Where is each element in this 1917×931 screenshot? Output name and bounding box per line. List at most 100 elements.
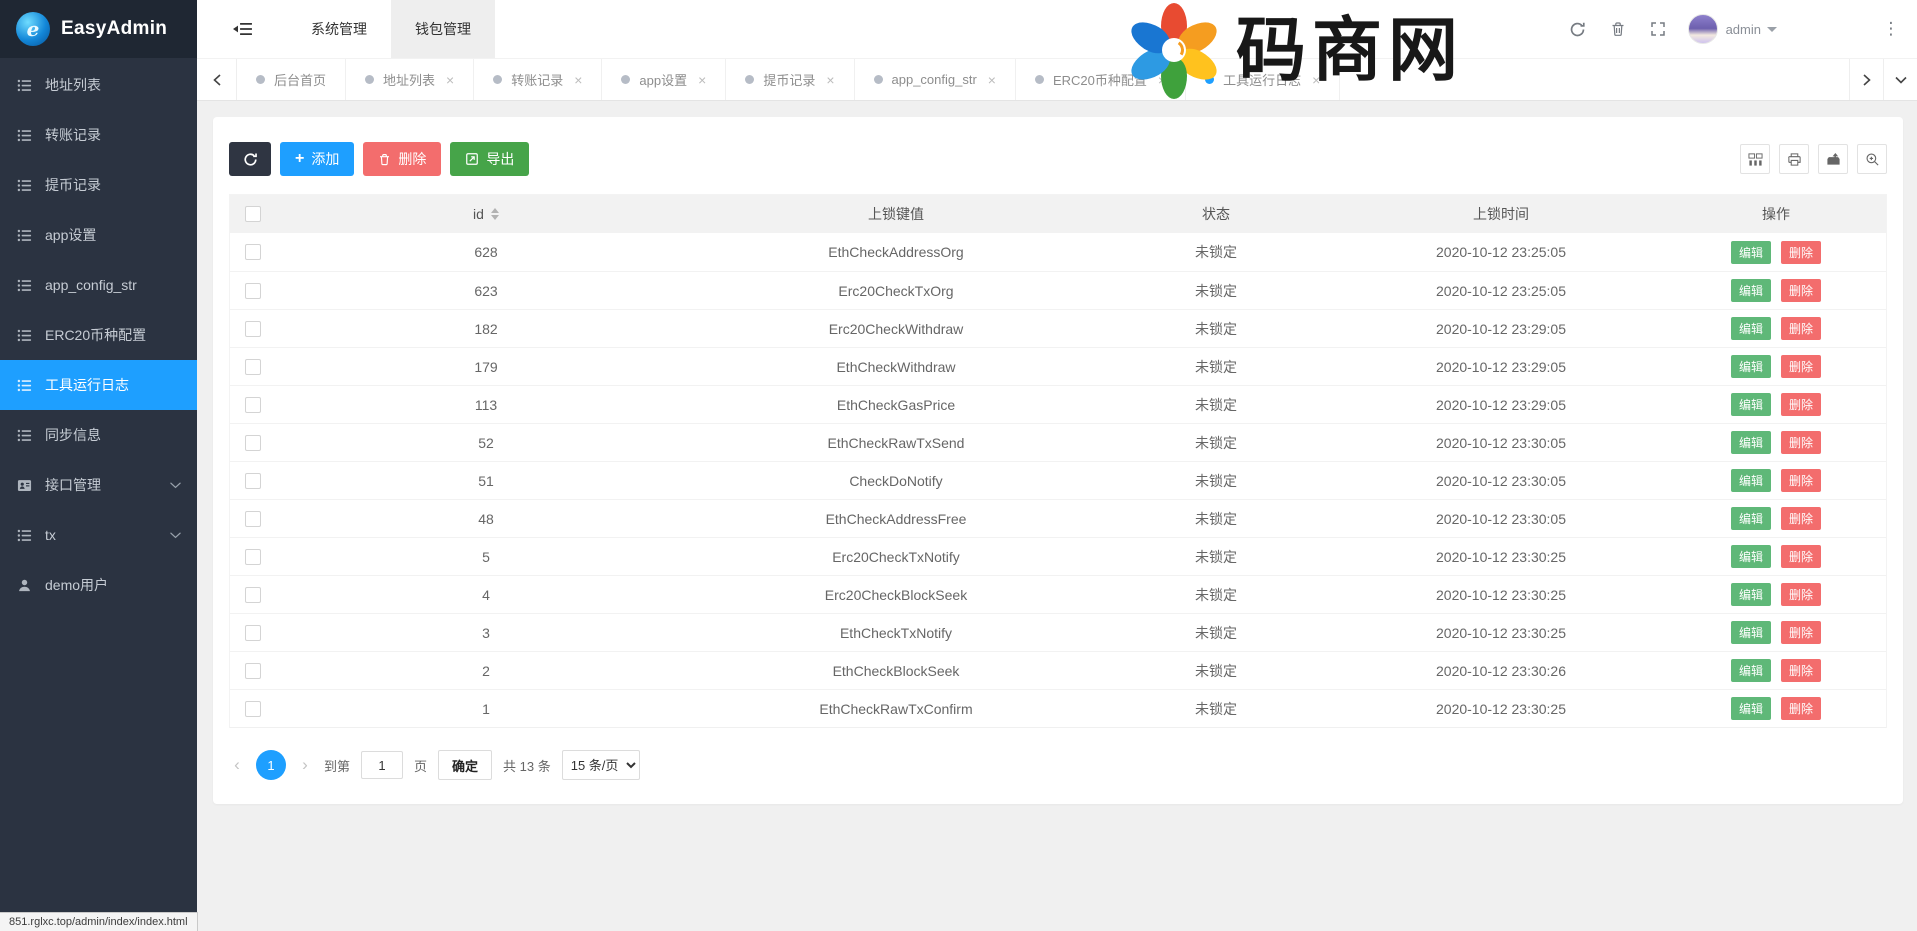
cell-lock-key: EthCheckTxNotify	[696, 625, 1096, 641]
row-checkbox[interactable]	[245, 321, 261, 337]
sidebar-item[interactable]: app_config_str	[0, 260, 197, 310]
edit-row-button[interactable]: 编辑	[1731, 355, 1771, 378]
search-icon[interactable]	[1857, 144, 1887, 174]
edit-row-button[interactable]: 编辑	[1731, 279, 1771, 302]
delete-row-button[interactable]: 删除	[1781, 659, 1821, 682]
edit-row-button[interactable]: 编辑	[1731, 545, 1771, 568]
fullscreen-icon[interactable]	[1638, 9, 1678, 49]
delete-row-button[interactable]: 删除	[1781, 279, 1821, 302]
cell-actions: 编辑 删除	[1666, 393, 1886, 416]
sidebar-item[interactable]: 工具运行日志	[0, 360, 197, 410]
delete-row-button[interactable]: 删除	[1781, 431, 1821, 454]
edit-row-button[interactable]: 编辑	[1731, 241, 1771, 264]
edit-row-button[interactable]: 编辑	[1731, 507, 1771, 530]
edit-row-button[interactable]: 编辑	[1731, 431, 1771, 454]
tab[interactable]: app设置 ×	[602, 59, 726, 100]
tabs-menu-chevron-down-icon[interactable]	[1883, 59, 1917, 100]
delete-button[interactable]: 删除	[363, 142, 441, 176]
sidebar-item[interactable]: 地址列表	[0, 60, 197, 110]
sidebar-item[interactable]: 接口管理	[0, 460, 197, 510]
user-caret-down-icon[interactable]	[1767, 27, 1777, 32]
edit-row-button[interactable]: 编辑	[1731, 697, 1771, 720]
add-button[interactable]: + 添加	[280, 142, 354, 176]
row-checkbox[interactable]	[245, 549, 261, 565]
tabs-scroll-left-icon[interactable]	[197, 59, 237, 100]
sidebar-item[interactable]: 转账记录	[0, 110, 197, 160]
current-page-button[interactable]: 1	[256, 750, 286, 780]
page-size-select[interactable]: 15 条/页	[562, 750, 640, 780]
row-checkbox[interactable]	[245, 663, 261, 679]
delete-row-button[interactable]: 删除	[1781, 241, 1821, 264]
refresh-icon[interactable]	[1558, 9, 1598, 49]
edit-row-button[interactable]: 编辑	[1731, 393, 1771, 416]
row-checkbox[interactable]	[245, 511, 261, 527]
sidebar-item[interactable]: demo用户	[0, 560, 197, 610]
tab[interactable]: 转账记录 ×	[474, 59, 602, 100]
tab[interactable]: 提币记录 ×	[726, 59, 854, 100]
row-checkbox[interactable]	[245, 473, 261, 489]
print-icon[interactable]	[1779, 144, 1809, 174]
topnav-system[interactable]: 系统管理	[287, 0, 391, 58]
row-checkbox[interactable]	[245, 397, 261, 413]
sidebar-item[interactable]: 同步信息	[0, 410, 197, 460]
goto-page-input[interactable]	[361, 751, 403, 779]
tab[interactable]: 工具运行日志 ×	[1186, 59, 1340, 100]
delete-row-button[interactable]: 删除	[1781, 507, 1821, 530]
confirm-page-button[interactable]: 确定	[438, 750, 492, 780]
delete-row-button[interactable]: 删除	[1781, 469, 1821, 492]
edit-row-button[interactable]: 编辑	[1731, 659, 1771, 682]
delete-row-button[interactable]: 删除	[1781, 393, 1821, 416]
sidebar-toggle-icon[interactable]	[197, 0, 287, 58]
tabs-scroll-right-icon[interactable]	[1849, 59, 1883, 100]
select-all-checkbox[interactable]	[245, 206, 261, 222]
row-checkbox[interactable]	[245, 244, 261, 260]
tab[interactable]: 后台首页 ×	[237, 59, 346, 100]
tab-close-icon[interactable]: ×	[574, 72, 582, 88]
sidebar-item[interactable]: ERC20币种配置	[0, 310, 197, 360]
delete-row-button[interactable]: 删除	[1781, 355, 1821, 378]
tab-close-icon[interactable]: ×	[446, 72, 454, 88]
delete-row-button[interactable]: 删除	[1781, 697, 1821, 720]
tab-close-icon[interactable]: ×	[1312, 72, 1320, 88]
columns-filter-icon[interactable]	[1740, 144, 1770, 174]
delete-row-button[interactable]: 删除	[1781, 317, 1821, 340]
refresh-table-button[interactable]	[229, 142, 271, 176]
edit-row-button[interactable]: 编辑	[1731, 583, 1771, 606]
sort-icon[interactable]	[491, 208, 499, 220]
tab[interactable]: 地址列表 ×	[346, 59, 474, 100]
row-checkbox[interactable]	[245, 625, 261, 641]
export-data-icon[interactable]	[1818, 144, 1848, 174]
row-checkbox[interactable]	[245, 587, 261, 603]
tab[interactable]: ERC20币种配置 ×	[1016, 59, 1186, 100]
tab-close-icon[interactable]: ×	[1158, 72, 1166, 88]
tab[interactable]: app_config_str ×	[855, 59, 1016, 100]
next-page-icon[interactable]: ›	[297, 755, 313, 775]
trash-icon[interactable]	[1598, 9, 1638, 49]
cell-id: 52	[276, 435, 696, 451]
username[interactable]: admin	[1726, 22, 1761, 37]
more-menu-icon[interactable]: ⋮	[1881, 19, 1901, 39]
content-area: + 添加 删除 导出	[197, 102, 1917, 931]
sidebar-item-label: app_config_str	[45, 277, 137, 293]
export-button[interactable]: 导出	[450, 142, 529, 176]
row-checkbox[interactable]	[245, 359, 261, 375]
row-checkbox[interactable]	[245, 283, 261, 299]
sidebar-item[interactable]: 提币记录	[0, 160, 197, 210]
prev-page-icon[interactable]: ‹	[229, 755, 245, 775]
topnav-wallet[interactable]: 钱包管理	[391, 0, 495, 58]
tab-close-icon[interactable]: ×	[698, 72, 706, 88]
sidebar-item[interactable]: app设置	[0, 210, 197, 260]
edit-row-button[interactable]: 编辑	[1731, 621, 1771, 644]
edit-row-button[interactable]: 编辑	[1731, 469, 1771, 492]
delete-row-button[interactable]: 删除	[1781, 621, 1821, 644]
tab-close-icon[interactable]: ×	[826, 72, 834, 88]
cell-actions: 编辑 删除	[1666, 431, 1886, 454]
tab-close-icon[interactable]: ×	[988, 72, 996, 88]
sidebar-item[interactable]: tx	[0, 510, 197, 560]
row-checkbox[interactable]	[245, 701, 261, 717]
row-checkbox[interactable]	[245, 435, 261, 451]
delete-row-button[interactable]: 删除	[1781, 583, 1821, 606]
delete-row-button[interactable]: 删除	[1781, 545, 1821, 568]
user-avatar[interactable]	[1688, 14, 1718, 44]
edit-row-button[interactable]: 编辑	[1731, 317, 1771, 340]
